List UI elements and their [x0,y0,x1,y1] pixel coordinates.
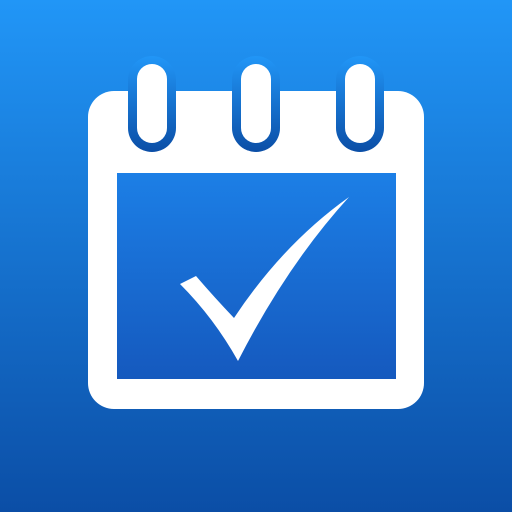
binder-ring-left [128,56,176,152]
app-icon [0,0,512,512]
calendar-icon [88,56,424,409]
calendar-face [117,173,396,379]
binder-ring-middle [232,56,280,152]
binder-ring-right [336,56,384,152]
calendar-check-icon [0,0,512,512]
